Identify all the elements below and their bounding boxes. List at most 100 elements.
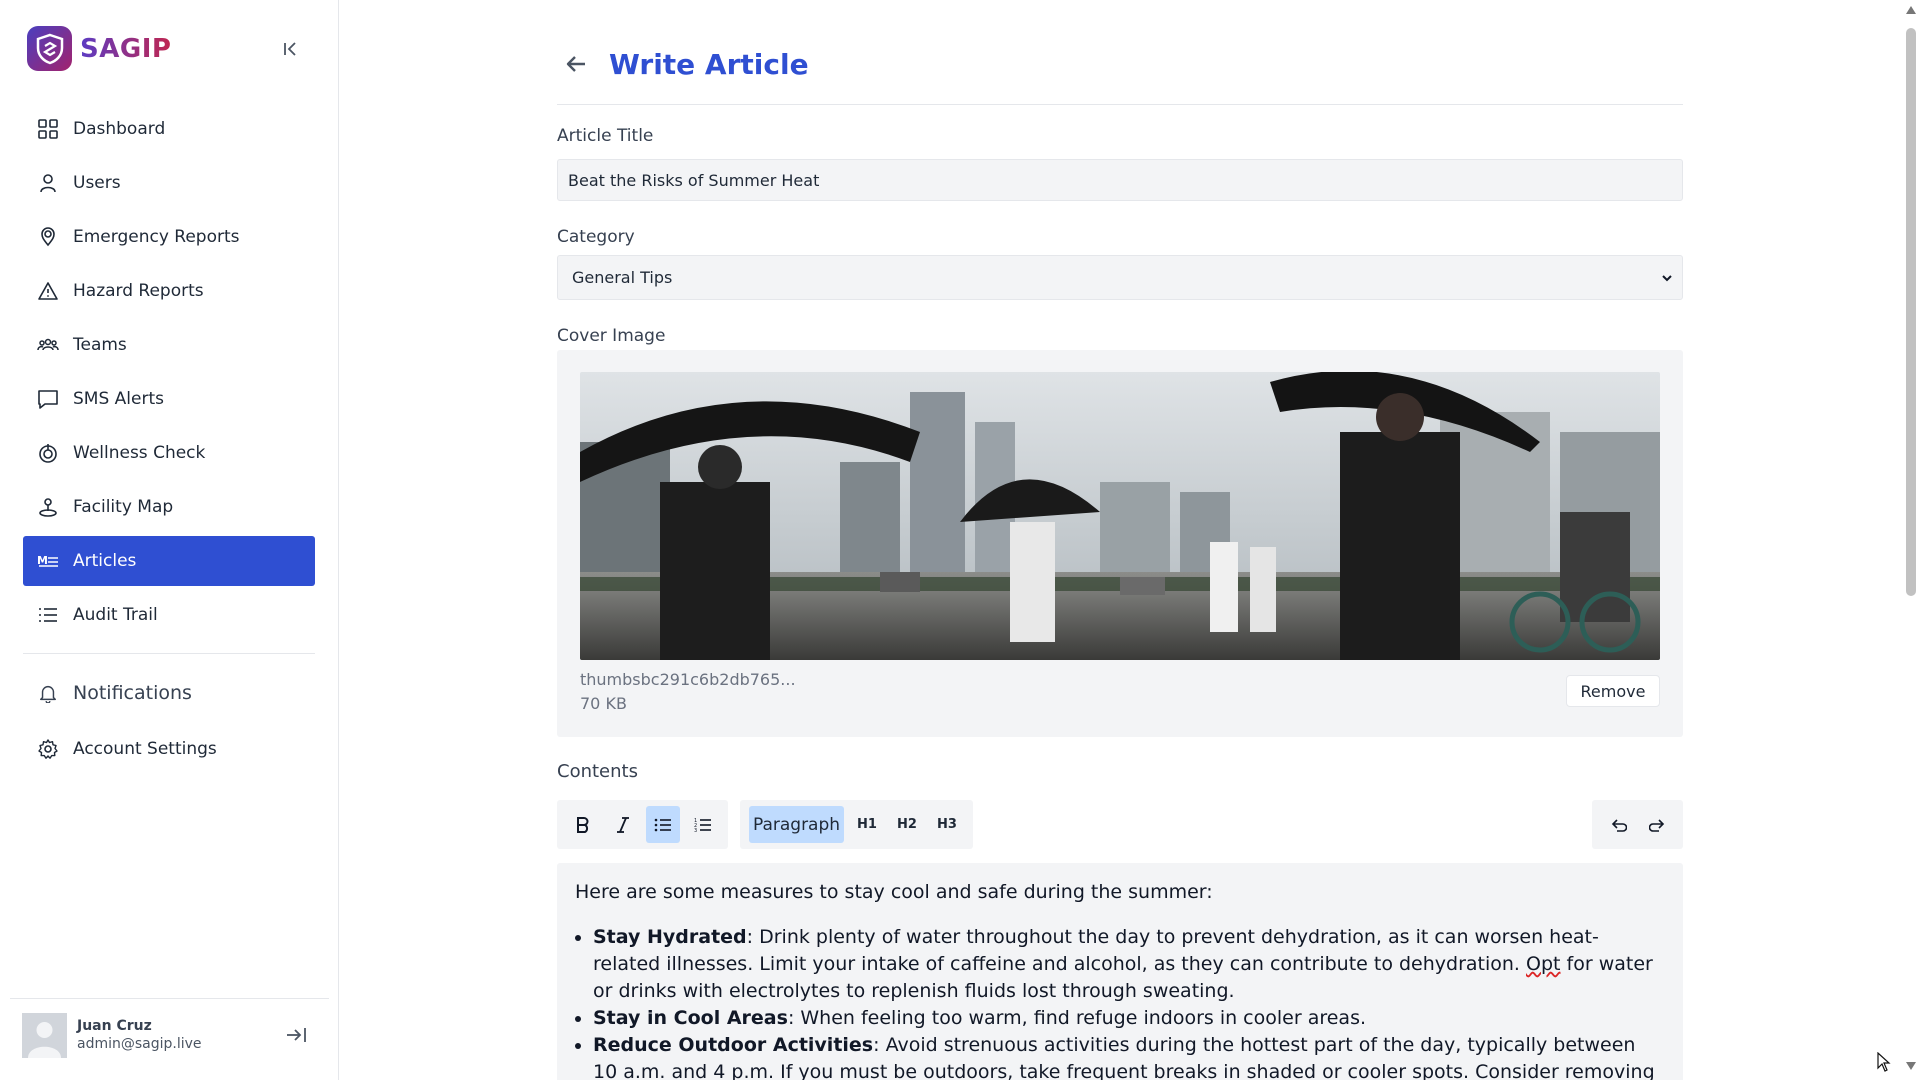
category-label: Category <box>557 227 635 247</box>
heading-toolbar: Paragraph H1 H2 H3 <box>740 800 973 849</box>
sidebar-item-users[interactable]: Users <box>23 158 315 208</box>
ordered-list-icon: 123 <box>694 818 711 833</box>
editor-intro: Here are some measures to stay cool and … <box>575 881 1213 903</box>
page-title: Write Article <box>609 47 809 81</box>
sidebar-item-label: Dashboard <box>73 119 166 139</box>
logout-icon <box>287 1028 306 1042</box>
arrow-left-icon <box>566 56 585 72</box>
cover-image-label: Cover Image <box>557 326 666 346</box>
user-email: admin@sagip.live <box>77 1036 202 1052</box>
content-editor[interactable]: Here are some measures to stay cool and … <box>557 863 1683 1080</box>
sidebar-item-sms-alerts[interactable]: SMS Alerts <box>23 374 315 424</box>
warning-icon <box>36 279 60 303</box>
bold-button[interactable] <box>566 806 600 843</box>
location-pin-icon <box>36 225 60 249</box>
scroll-up-arrow-icon[interactable] <box>1906 6 1916 14</box>
article-title-input[interactable] <box>557 159 1683 201</box>
svg-text:3: 3 <box>694 828 697 833</box>
scroll-down-arrow-icon[interactable] <box>1906 1062 1916 1070</box>
heading-2-label: H2 <box>897 817 917 832</box>
sidebar-item-account-settings[interactable]: Account Settings <box>23 723 315 775</box>
sidebar-item-label: Hazard Reports <box>73 281 204 301</box>
bullet-list-button[interactable] <box>646 806 680 843</box>
cover-image-panel: thumbsbc291c6b2db765... 70 KB Remove <box>557 350 1683 737</box>
sidebar-item-label: Facility Map <box>73 497 174 517</box>
remove-cover-button[interactable]: Remove <box>1566 675 1660 707</box>
logout-button[interactable] <box>284 1024 308 1046</box>
sidebar-item-articles[interactable]: M Articles <box>23 536 315 586</box>
sidebar-item-label: Notifications <box>73 682 192 704</box>
user-info: Juan Cruz admin@sagip.live <box>77 1018 202 1052</box>
page-header: Write Article <box>557 46 809 82</box>
sidebar-item-label: Account Settings <box>73 739 217 759</box>
sidebar-item-label: Emergency Reports <box>73 227 240 247</box>
sidebar-item-label: Wellness Check <box>73 443 206 463</box>
heading-3-label: H3 <box>937 817 957 832</box>
map-pin-icon <box>36 495 60 519</box>
sidebar-item-label: SMS Alerts <box>73 389 164 409</box>
chevron-down-icon <box>1662 275 1672 282</box>
back-button[interactable] <box>563 51 589 77</box>
sidebar-nav: Dashboard Users Emergency Reports Hazard… <box>23 104 315 644</box>
dashboard-icon <box>36 117 60 141</box>
avatar[interactable] <box>22 1012 67 1058</box>
italic-button[interactable] <box>606 806 640 843</box>
list-item: Reduce Outdoor Activities: Avoid strenuo… <box>593 1032 1665 1080</box>
sidebar-item-hazard-reports[interactable]: Hazard Reports <box>23 266 315 316</box>
heading-2-button[interactable]: H2 <box>890 806 924 843</box>
sidebar-divider <box>23 653 315 654</box>
sidebar: SAGIP Dashboard Users Emergency Reports <box>0 0 339 1080</box>
list-item-title: Stay in Cool Areas <box>593 1007 788 1029</box>
sidebar-secondary-nav: Notifications Account Settings <box>23 667 315 779</box>
team-icon <box>36 333 60 357</box>
shield-logo-icon <box>27 26 72 71</box>
list-item: Stay Hydrated: Drink plenty of water thr… <box>593 924 1665 1005</box>
formatting-toolbar: 123 <box>557 800 728 849</box>
collapse-sidebar-button[interactable] <box>280 38 302 60</box>
list-item-title: Stay Hydrated <box>593 926 747 948</box>
contents-label: Contents <box>557 761 638 782</box>
brand[interactable]: SAGIP <box>27 26 171 71</box>
undo-icon <box>1611 818 1627 832</box>
avatar-placeholder-icon <box>28 1021 61 1058</box>
heading-3-button[interactable]: H3 <box>930 806 964 843</box>
category-select[interactable]: General Tips <box>557 255 1683 300</box>
page-scrollbar[interactable] <box>1902 0 1920 1080</box>
svg-text:M: M <box>37 554 48 567</box>
list-item: Stay in Cool Areas: When feeling too war… <box>593 1005 1665 1032</box>
sidebar-item-label: Teams <box>73 335 127 355</box>
redo-button[interactable] <box>1641 806 1675 843</box>
cover-file-size: 70 KB <box>580 694 627 713</box>
undo-button[interactable] <box>1601 806 1635 843</box>
history-toolbar <box>1592 800 1683 849</box>
paragraph-button[interactable]: Paragraph <box>749 806 844 843</box>
gear-icon <box>36 737 60 761</box>
sidebar-item-audit-trail[interactable]: Audit Trail <box>23 590 315 640</box>
sidebar-item-teams[interactable]: Teams <box>23 320 315 370</box>
header-divider <box>557 104 1683 105</box>
italic-icon <box>617 816 629 833</box>
sidebar-item-label: Articles <box>73 551 137 571</box>
bell-icon <box>36 681 60 705</box>
sidebar-item-facility-map[interactable]: Facility Map <box>23 482 315 532</box>
sidebar-item-dashboard[interactable]: Dashboard <box>23 104 315 154</box>
redo-icon <box>1649 818 1665 832</box>
brand-name: SAGIP <box>80 33 172 64</box>
sidebar-item-label: Audit Trail <box>73 605 158 625</box>
user-divider <box>10 998 329 999</box>
cover-image <box>580 372 1660 660</box>
article-title-label: Article Title <box>557 126 654 146</box>
scroll-thumb[interactable] <box>1906 28 1916 596</box>
heading-1-button[interactable]: H1 <box>850 806 884 843</box>
ordered-list-button[interactable]: 123 <box>686 806 720 843</box>
spellcheck-word: Opt <box>1526 953 1561 975</box>
sidebar-item-notifications[interactable]: Notifications <box>23 667 315 719</box>
list-item-text: : When feeling too warm, find refuge ind… <box>787 1007 1367 1029</box>
user-icon <box>36 171 60 195</box>
list-item-title: Reduce Outdoor Activities <box>593 1034 874 1056</box>
message-icon <box>36 387 60 411</box>
sidebar-item-wellness-check[interactable]: Wellness Check <box>23 428 315 478</box>
bold-icon <box>577 816 589 833</box>
mouse-cursor-icon <box>1877 1052 1891 1072</box>
sidebar-item-emergency-reports[interactable]: Emergency Reports <box>23 212 315 262</box>
